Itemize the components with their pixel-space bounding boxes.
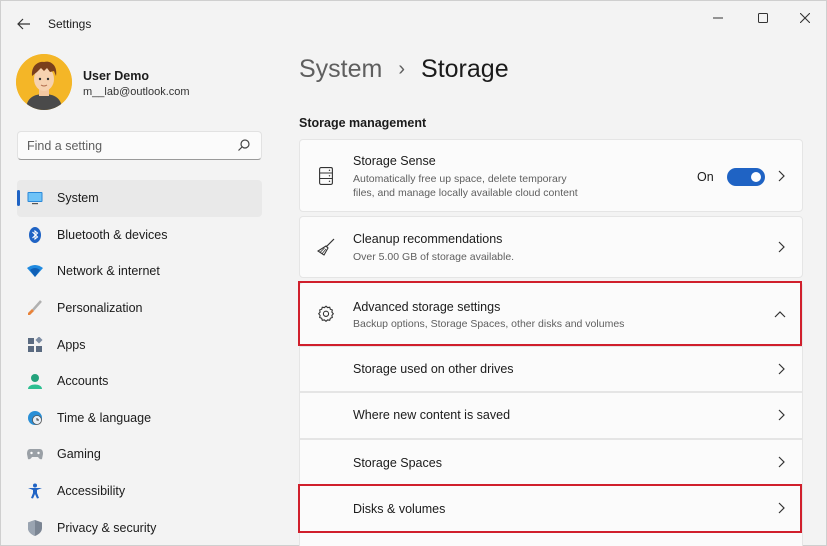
globe-clock-icon (27, 410, 43, 426)
broom-icon (316, 237, 336, 257)
shield-icon (27, 519, 43, 536)
person-icon (27, 373, 43, 390)
sub-item-label: Storage used on other drives (353, 362, 514, 376)
minimize-button[interactable] (698, 7, 738, 29)
sidebar-item-label: Apps (57, 337, 86, 352)
chevron-up-icon[interactable] (774, 308, 786, 320)
cleanup-title: Cleanup recommendations (353, 232, 503, 246)
gear-icon (316, 304, 336, 324)
bluetooth-icon (27, 226, 43, 243)
chevron-right-icon[interactable] (776, 363, 786, 375)
breadcrumb-parent[interactable]: System (299, 55, 382, 84)
sub-item-storage-spaces[interactable]: Storage Spaces (299, 439, 803, 485)
sidebar-item-time-language[interactable]: Time & language (17, 400, 262, 437)
arrow-left-icon (17, 18, 30, 30)
monitor-icon (27, 190, 43, 206)
sidebar-item-label: Bluetooth & devices (57, 227, 168, 242)
sidebar-item-label: Personalization (57, 301, 143, 316)
gamepad-icon (27, 446, 43, 462)
sidebar-item-system[interactable]: System (17, 180, 262, 217)
chevron-right-icon[interactable] (776, 170, 786, 182)
sidebar-item-bluetooth[interactable]: Bluetooth & devices (17, 217, 262, 254)
close-icon (800, 13, 810, 23)
breadcrumb: System › Storage (299, 55, 509, 84)
page-title: Storage (421, 55, 509, 83)
user-email: m__lab@outlook.com (83, 86, 190, 98)
close-button[interactable] (785, 7, 825, 29)
advanced-storage-desc: Backup options, Storage Spaces, other di… (353, 318, 625, 330)
sidebar-item-apps[interactable]: Apps (17, 326, 262, 363)
section-heading: Storage management (299, 116, 427, 130)
sidebar-item-label: Gaming (57, 447, 101, 462)
search-input[interactable] (18, 132, 228, 159)
brush-icon (27, 300, 43, 316)
sidebar-item-accounts[interactable]: Accounts (17, 363, 262, 400)
sub-item-new-content-location[interactable]: Where new content is saved (299, 392, 803, 439)
apps-icon (27, 336, 43, 353)
wifi-icon (27, 263, 43, 279)
storage-sense-desc-line1: Automatically free up space, delete temp… (353, 173, 567, 185)
sidebar-item-accessibility[interactable]: Accessibility (17, 473, 262, 510)
sub-item-label: Disks & volumes (353, 502, 446, 516)
search-box[interactable] (17, 131, 262, 160)
sidebar-item-label: Network & internet (57, 264, 160, 279)
maximize-icon (758, 13, 768, 23)
user-avatar-icon (16, 54, 72, 110)
user-name: User Demo (83, 69, 149, 83)
back-button[interactable] (13, 13, 35, 35)
sidebar-nav: System Bluetooth & devices Network & int… (17, 180, 262, 546)
chevron-right-icon[interactable] (776, 456, 786, 468)
sub-item-storage-other-drives[interactable]: Storage used on other drives (299, 346, 803, 392)
sidebar-item-privacy[interactable]: Privacy & security (17, 509, 262, 546)
storage-sense-toggle-label: On (697, 170, 714, 184)
sidebar-item-label: Accounts (57, 374, 109, 389)
sidebar-item-personalization[interactable]: Personalization (17, 290, 262, 327)
chevron-right-icon[interactable] (776, 502, 786, 514)
sub-item-disks-volumes[interactable]: Disks & volumes (299, 485, 803, 546)
breadcrumb-separator: › (398, 58, 406, 80)
sub-item-label: Where new content is saved (353, 408, 511, 422)
advanced-storage-settings-card[interactable]: Advanced storage settings Backup options… (299, 282, 803, 345)
sidebar-item-label: Privacy & security (57, 520, 157, 535)
avatar[interactable] (16, 54, 72, 110)
hard-drive-icon (316, 166, 336, 186)
sidebar-item-label: Time & language (57, 410, 152, 425)
sidebar-item-label: System (57, 191, 99, 206)
minimize-icon (713, 17, 723, 19)
storage-sense-title: Storage Sense (353, 154, 436, 168)
cleanup-recommendations-card[interactable]: Cleanup recommendations Over 5.00 GB of … (299, 216, 803, 278)
chevron-right-icon[interactable] (776, 409, 786, 421)
chevron-right-icon[interactable] (776, 241, 786, 253)
maximize-button[interactable] (743, 7, 783, 29)
title-bar: Settings (1, 1, 827, 47)
storage-sense-card[interactable]: Storage Sense Automatically free up spac… (299, 139, 803, 212)
cleanup-desc: Over 5.00 GB of storage available. (353, 251, 515, 263)
storage-sense-toggle[interactable] (727, 168, 765, 186)
sidebar-item-gaming[interactable]: Gaming (17, 436, 262, 473)
app-title: Settings (48, 17, 92, 31)
accessibility-icon (27, 483, 43, 499)
sub-item-label: Storage Spaces (353, 456, 442, 470)
sidebar-item-network[interactable]: Network & internet (17, 253, 262, 290)
search-icon[interactable] (237, 138, 251, 152)
sidebar-item-label: Accessibility (57, 484, 126, 499)
storage-sense-desc-line2: files, and manage locally available clou… (353, 187, 578, 199)
advanced-storage-title: Advanced storage settings (353, 300, 501, 314)
